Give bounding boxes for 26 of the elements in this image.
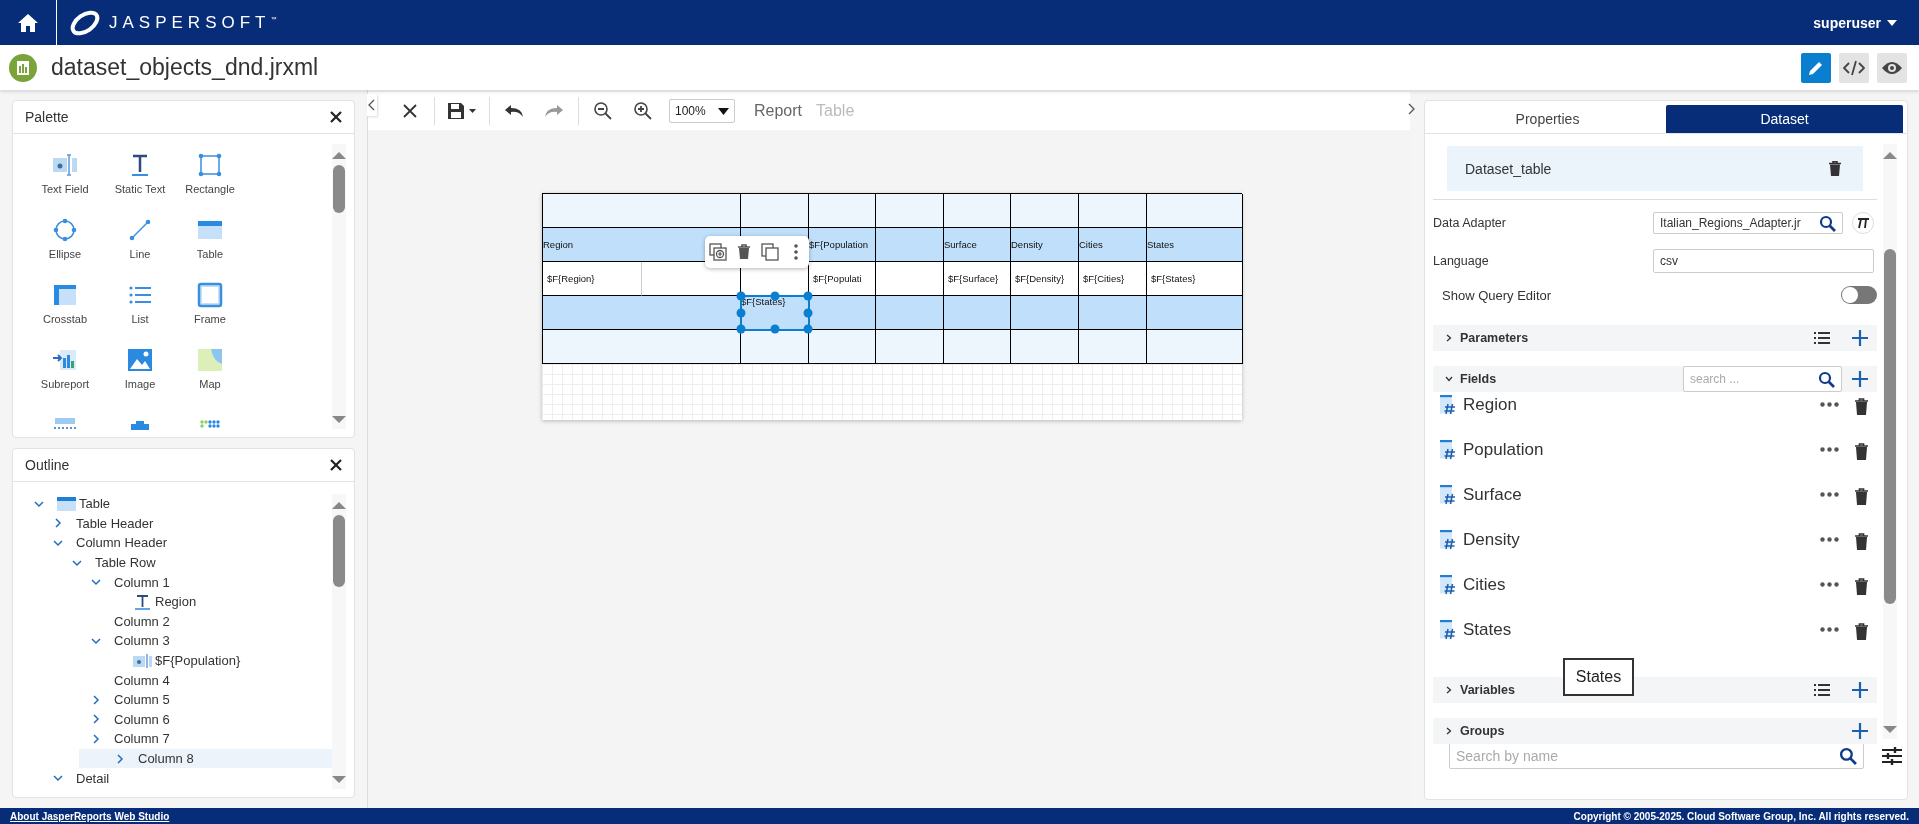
palette-element-label: Frame bbox=[194, 313, 226, 325]
section-title: Groups bbox=[1460, 724, 1505, 738]
palette-element-label: Image bbox=[124, 378, 156, 390]
palette-element-label: Text Field bbox=[41, 183, 89, 195]
palette-element-label: Map bbox=[199, 378, 221, 390]
field-label: Data Adapter bbox=[1433, 216, 1507, 230]
copyright-text: Copyright © 2005-2025. Cloud Software Group, Inc. All rights reserved. bbox=[1573, 810, 1909, 822]
palette-element-label: Static Text bbox=[114, 183, 166, 195]
toggle-label: Show Query Editor bbox=[1441, 287, 1553, 303]
section-title: Parameters bbox=[1460, 331, 1529, 345]
field-label: Language bbox=[1433, 254, 1490, 268]
panel-title: Palette bbox=[25, 109, 69, 125]
dataset-name: Dataset_table bbox=[1465, 160, 1552, 177]
palette-element-label: Table bbox=[196, 248, 224, 260]
panel-title: Outline bbox=[25, 457, 70, 473]
logo-text: JASPERSOFT$^{™}$ bbox=[109, 12, 277, 33]
palette-element-label: Crosstab bbox=[43, 313, 87, 325]
palette-element-label: Ellipse bbox=[48, 248, 82, 260]
palette-element-label: Subreport bbox=[40, 378, 90, 390]
palette-element-label: Line bbox=[129, 248, 151, 260]
section-title: Variables bbox=[1460, 683, 1515, 697]
palette-element-label: Rectangle bbox=[185, 183, 235, 195]
section-title: Fields bbox=[1460, 372, 1497, 386]
palette-element-label: List bbox=[131, 313, 149, 325]
tooltip: States bbox=[1563, 658, 1634, 696]
document-title: dataset_objects_dnd.jrxml bbox=[51, 54, 319, 81]
